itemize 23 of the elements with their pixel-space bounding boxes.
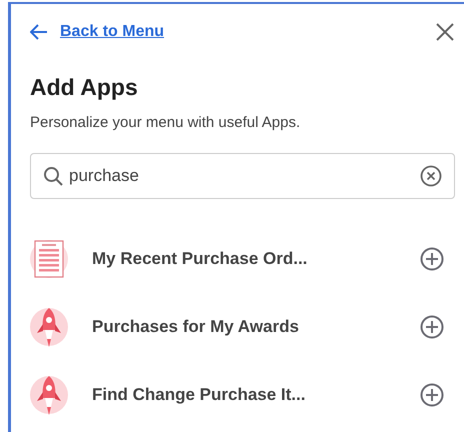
rocket-icon [30,306,68,348]
document-icon [30,240,68,278]
search-box[interactable]: purchase [30,153,455,199]
back-to-menu-link[interactable]: Back to Menu [60,23,164,41]
add-app-button[interactable] [420,247,444,271]
panel-subtitle: Personalize your menu with useful Apps. [30,114,302,131]
close-button[interactable] [436,23,454,41]
panel-title: Add Apps [30,74,139,101]
rocket-icon [30,374,68,416]
plus-circle-icon [420,247,444,271]
search-icon [43,166,63,186]
app-name: Purchases for My Awards [92,317,300,337]
back-arrow-icon[interactable] [30,24,48,40]
clear-search-button[interactable] [420,165,442,187]
add-app-button[interactable] [420,383,444,407]
search-input[interactable]: purchase [69,166,414,186]
clear-icon [420,165,442,187]
plus-circle-icon [420,315,444,339]
app-name: Find Change Purchase It... [92,385,306,405]
close-icon [436,23,454,41]
plus-circle-icon [420,383,444,407]
app-name: My Recent Purchase Ord... [92,249,308,269]
add-app-button[interactable] [420,315,444,339]
